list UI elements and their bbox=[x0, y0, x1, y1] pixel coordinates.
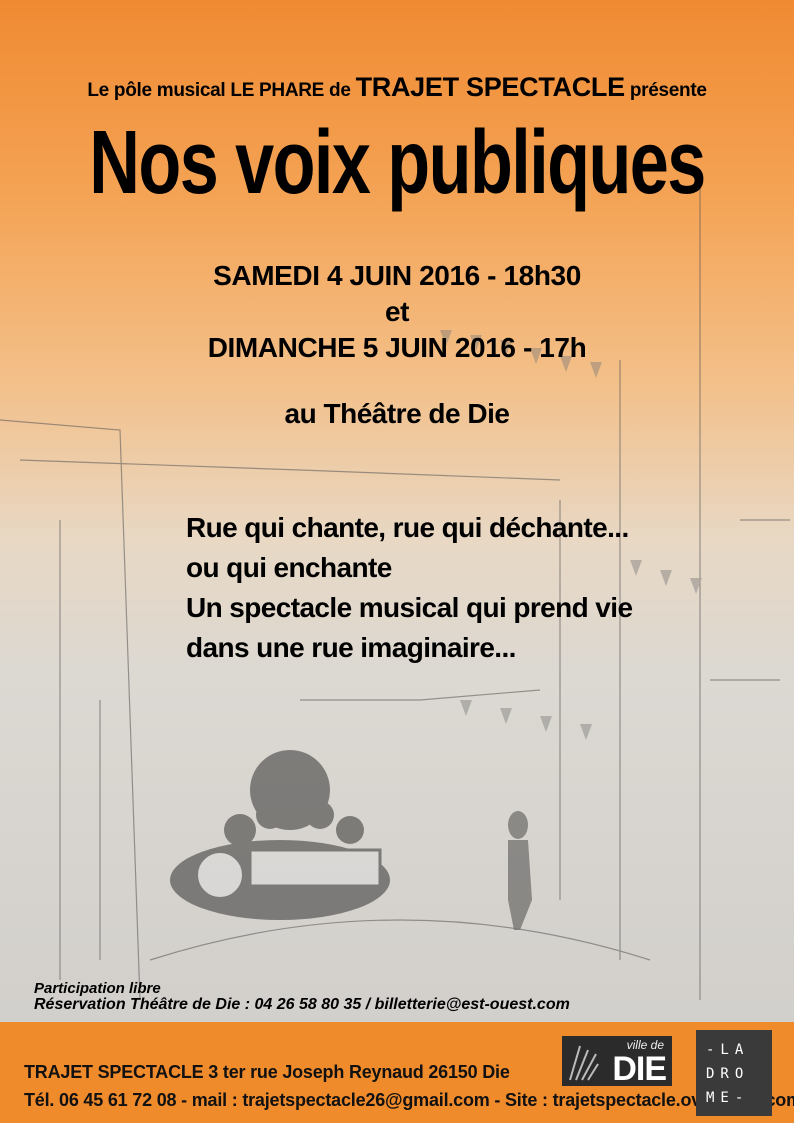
la-drome-logo: -LA DRO ME- bbox=[696, 1030, 772, 1116]
description-line: ou qui enchante bbox=[186, 552, 392, 583]
date-sunday: DIMANCHE 5 JUIN 2016 - 17h bbox=[207, 332, 587, 363]
reed-icon bbox=[569, 1045, 599, 1081]
footer-address-line: TRAJET SPECTACLE 3 ter rue Joseph Reynau… bbox=[24, 1062, 510, 1083]
ville-de-die-logo: ville de DIE bbox=[562, 1036, 672, 1088]
show-title: Nos voix publiques bbox=[89, 113, 706, 213]
musicians-vehicle-drawing bbox=[170, 750, 390, 920]
presenter-line: Le pôle musical LE PHARE de TRAJET SPECT… bbox=[0, 72, 794, 103]
company-name: TRAJET SPECTACLE bbox=[355, 72, 626, 102]
participation-note: Participation libre bbox=[34, 980, 161, 997]
footer-address: 3 ter rue Joseph Reynaud 26150 Die bbox=[208, 1062, 510, 1082]
walking-figure-drawing bbox=[508, 811, 532, 930]
footer-company-name: TRAJET SPECTACLE bbox=[24, 1062, 204, 1082]
footer-contact: Tél. 06 45 61 72 08 - mail : trajetspect… bbox=[24, 1090, 794, 1110]
presents-suffix: présente bbox=[629, 80, 707, 101]
logo-drome-row: DRO bbox=[706, 1066, 750, 1082]
date-conjunction: et bbox=[384, 296, 410, 327]
date-saturday: SAMEDI 4 JUIN 2016 - 18h30 bbox=[213, 260, 581, 291]
poster: Le pôle musical LE PHARE de TRAJET SPECT… bbox=[0, 0, 794, 1123]
logo-drome-row: ME- bbox=[706, 1090, 750, 1106]
logo-drome-row: -LA bbox=[706, 1042, 750, 1058]
presents-prefix: Le pôle musical LE PHARE de bbox=[87, 80, 351, 101]
description-line: Rue qui chante, rue qui déchante... bbox=[186, 512, 629, 543]
reservation-info: Réservation Théâtre de Die : 04 26 58 80… bbox=[34, 996, 570, 1013]
venue: au Théâtre de Die bbox=[284, 398, 510, 429]
description-line: Un spectacle musical qui prend vie bbox=[186, 592, 633, 623]
logo-die-text: DIE bbox=[612, 1050, 667, 1088]
description-line: dans une rue imaginaire... bbox=[186, 632, 516, 663]
